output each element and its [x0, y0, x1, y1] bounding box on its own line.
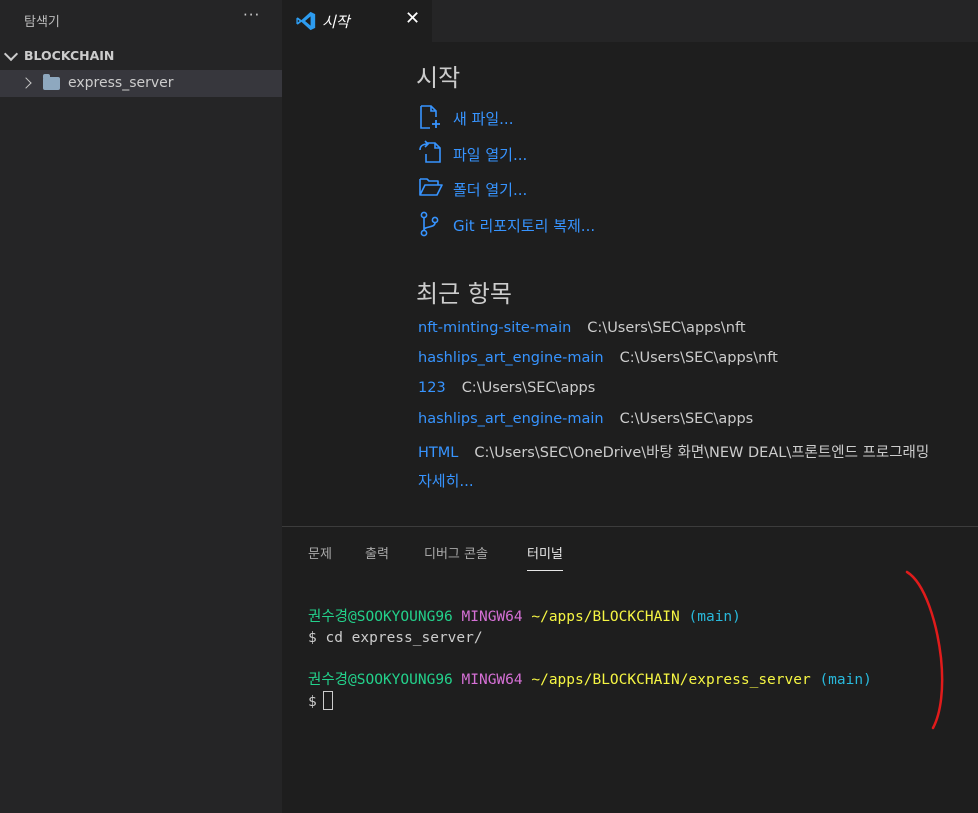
explorer-header: 탐색기 ···	[0, 0, 282, 40]
terminal-env: MINGW64	[461, 609, 523, 625]
tab-output[interactable]: 출력	[365, 543, 389, 562]
recent-item-path: C:\Users\SEC\apps\nft	[619, 350, 778, 366]
explorer-title: 탐색기	[24, 15, 60, 30]
terminal-user: 권수경@SOOKYOUNG96	[308, 609, 453, 625]
welcome-page: 시작 새 파일... 파일 열기... 폴더 열기... Git 리포지토리 복…	[282, 42, 978, 526]
open-file-action[interactable]: 파일 열기...	[416, 140, 916, 168]
open-file-label: 파일 열기...	[453, 146, 528, 164]
terminal-user: 권수경@SOOKYOUNG96	[308, 672, 453, 688]
recent-item-link[interactable]: nft-minting-site-main	[418, 320, 571, 336]
terminal-line: 권수경@SOOKYOUNG96 MINGW64 ~/apps/BLOCKCHAI…	[308, 607, 872, 628]
new-file-label: 새 파일...	[453, 110, 514, 128]
chevron-right-icon	[20, 77, 32, 89]
terminal-prompt-line: $	[308, 691, 872, 713]
close-icon[interactable]: ✕	[405, 8, 420, 29]
git-clone-icon	[420, 211, 439, 237]
tab-problems[interactable]: 문제	[308, 543, 332, 562]
folder-icon	[43, 74, 60, 90]
recent-item: hashlips_art_engine-main C:\Users\SEC\app…	[418, 350, 778, 372]
tab-welcome[interactable]: 시작 ✕	[282, 0, 432, 42]
terminal-env: MINGW64	[461, 672, 523, 688]
tab-terminal[interactable]: 터미널	[527, 543, 563, 571]
open-folder-label: 폴더 열기...	[453, 181, 528, 199]
open-file-icon	[419, 140, 441, 163]
recent-item: HTML C:\Users\SEC\OneDrive\바탕 화면\NEW DEAL…	[418, 441, 929, 463]
terminal-path: ~/apps/BLOCKCHAIN	[531, 609, 680, 625]
recent-heading: 최근 항목	[416, 280, 512, 308]
git-clone-label: Git 리포지토리 복제...	[453, 217, 596, 235]
start-heading: 시작	[416, 64, 461, 92]
more-recent-link[interactable]: 자세히...	[418, 470, 474, 491]
git-clone-action[interactable]: Git 리포지토리 복제...	[416, 211, 916, 239]
bottom-panel: 문제 출력 디버그 콘솔 터미널 권수경@SOOKYOUNG96 MINGW64…	[282, 526, 978, 813]
terminal-line: 권수경@SOOKYOUNG96 MINGW64 ~/apps/BLOCKCHAI…	[308, 670, 872, 691]
recent-item: nft-minting-site-main C:\Users\SEC\apps\n…	[418, 320, 746, 342]
recent-item-link[interactable]: hashlips_art_engine-main	[418, 411, 604, 427]
tab-label: 시작	[322, 13, 350, 31]
terminal-cursor	[322, 691, 333, 710]
terminal-branch: (main)	[688, 609, 741, 625]
vscode-logo-icon	[296, 11, 316, 31]
workspace-name: BLOCKCHAIN	[24, 48, 115, 63]
terminal-branch: (main)	[819, 672, 872, 688]
terminal-output[interactable]: 권수경@SOOKYOUNG96 MINGW64 ~/apps/BLOCKCHAI…	[308, 607, 872, 713]
chevron-down-icon	[3, 46, 19, 62]
terminal-command: $ cd express_server/	[308, 630, 483, 646]
new-file-icon	[420, 105, 440, 129]
recent-item-path: C:\Users\SEC\apps	[619, 411, 754, 427]
tab-debug-console[interactable]: 디버그 콘솔	[424, 543, 488, 562]
recent-item-link[interactable]: HTML	[418, 445, 458, 461]
recent-item: hashlips_art_engine-main C:\Users\SEC\app…	[418, 411, 753, 433]
recent-item-link[interactable]: hashlips_art_engine-main	[418, 350, 604, 366]
tree-item-label: express_server	[68, 75, 174, 91]
recent-item: 123 C:\Users\SEC\apps	[418, 380, 595, 402]
workspace-section-header[interactable]: BLOCKCHAIN	[0, 44, 282, 68]
open-folder-icon	[419, 178, 443, 196]
terminal-prompt: $	[308, 694, 317, 710]
red-annotation-stroke	[905, 570, 944, 730]
terminal-path: ~/apps/BLOCKCHAIN/express_server	[531, 672, 811, 688]
recent-item-path: C:\Users\SEC\apps	[461, 380, 596, 396]
recent-item-path: C:\Users\SEC\apps\nft	[587, 320, 746, 336]
more-actions-icon[interactable]: ···	[243, 6, 260, 24]
editor-tab-bar: 시작 ✕	[282, 0, 978, 42]
recent-item-path: C:\Users\SEC\OneDrive\바탕 화면\NEW DEAL\프론트…	[474, 445, 930, 461]
explorer-sidebar: 탐색기 ··· BLOCKCHAIN express_server	[0, 0, 282, 813]
tree-item-express-server[interactable]: express_server	[0, 70, 282, 97]
open-folder-action[interactable]: 폴더 열기...	[416, 175, 916, 203]
recent-item-link[interactable]: 123	[418, 380, 446, 396]
new-file-action[interactable]: 새 파일...	[416, 104, 916, 132]
